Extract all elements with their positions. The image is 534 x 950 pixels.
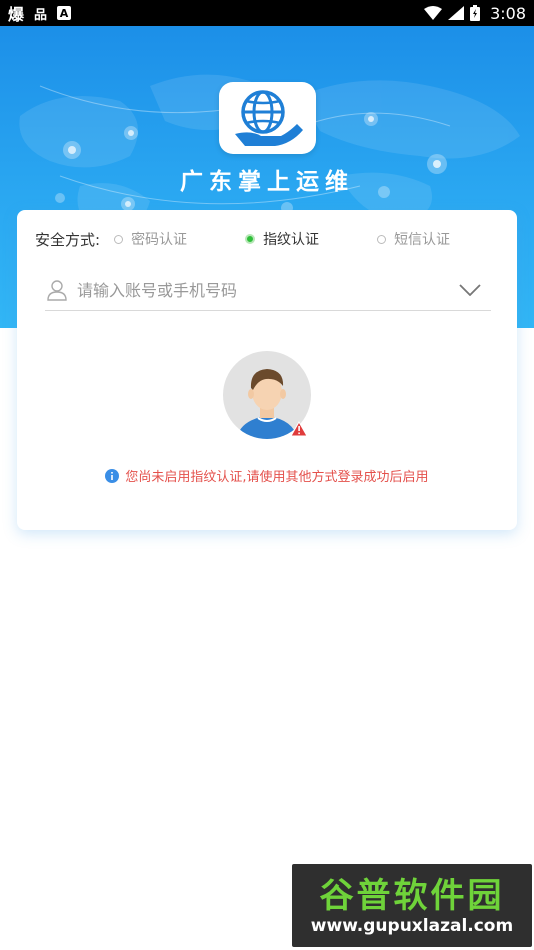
account-field xyxy=(45,270,491,311)
status-time: 3:08 xyxy=(490,3,526,23)
account-dropdown-button[interactable] xyxy=(457,280,483,300)
user-avatar-icon xyxy=(223,351,311,439)
radio-selected-icon xyxy=(245,234,256,244)
battery-icon xyxy=(470,5,481,21)
status-bar: 爆 品 A 3:08 xyxy=(0,0,534,26)
wifi-icon xyxy=(424,6,443,20)
radio-label: 指纹认证 xyxy=(263,232,320,248)
radio-sms-auth[interactable]: 短信认证 xyxy=(377,229,450,249)
app-title: 广东掌上运维 xyxy=(180,169,354,195)
login-screen: 爆 品 A 3:08 广东掌上运维 安全方式: 密码认证 指纹认证 短信认证 请… xyxy=(0,0,534,950)
fingerprint-avatar xyxy=(222,350,312,440)
notification-icon-1: 爆 xyxy=(8,5,25,24)
signal-icon xyxy=(448,6,465,20)
account-input[interactable] xyxy=(75,279,457,301)
radio-fingerprint-auth[interactable]: 指纹认证 xyxy=(245,229,319,249)
radio-label: 短信认证 xyxy=(394,232,451,248)
watermark-url: www.gupuxlazal.com xyxy=(310,916,514,936)
status-left: 爆 品 A xyxy=(8,1,72,25)
radio-unselected-icon xyxy=(377,234,387,244)
auth-method-row: 安全方式: 密码认证 指纹认证 短信认证 xyxy=(35,228,450,250)
chevron-down-icon xyxy=(459,284,481,296)
notification-icon-3-label: A xyxy=(59,6,69,20)
status-right: 3:08 xyxy=(424,4,526,23)
watermark-title: 谷普软件园 xyxy=(319,876,505,916)
info-icon xyxy=(105,468,120,483)
app-logo xyxy=(219,82,316,154)
globe-hand-icon xyxy=(234,90,303,146)
radio-password-auth[interactable]: 密码认证 xyxy=(114,229,187,249)
notification-icon-2: 品 xyxy=(34,7,48,23)
fingerprint-notice: 您尚未启用指纹认证,请使用其他方式登录成功后启用 xyxy=(17,466,517,485)
notice-text: 您尚未启用指纹认证,请使用其他方式登录成功后启用 xyxy=(125,470,429,485)
radio-unselected-icon xyxy=(114,234,124,244)
radio-label: 密码认证 xyxy=(131,232,188,248)
user-icon xyxy=(47,280,67,301)
login-card: 安全方式: 密码认证 指纹认证 短信认证 请输入账号或手机号码 您尚未启用指纹认… xyxy=(17,210,517,530)
security-method-label: 安全方式: xyxy=(35,230,101,249)
watermark-logo: 谷普软件园 www.gupuxlazal.com xyxy=(292,864,532,947)
notification-icon-3: A xyxy=(57,6,72,20)
